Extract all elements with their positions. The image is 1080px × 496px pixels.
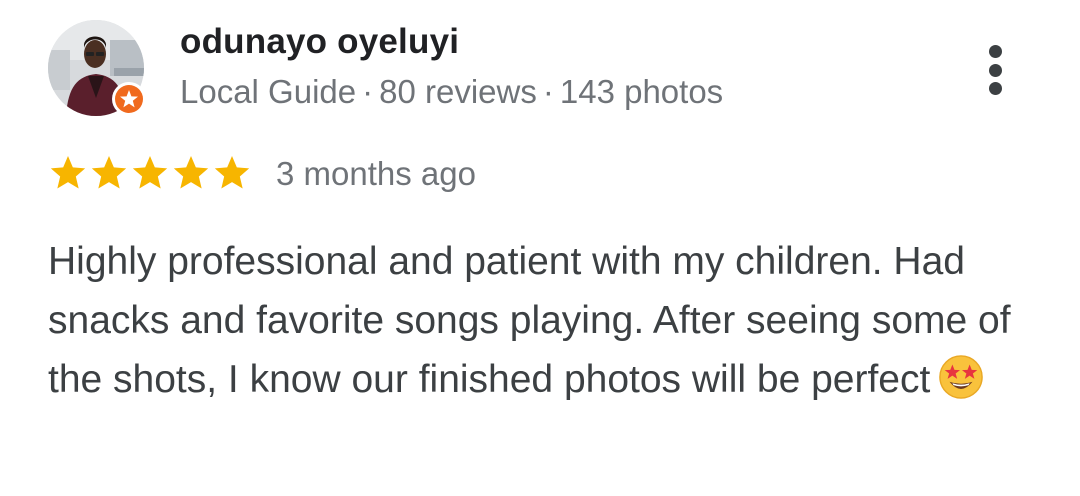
more-vertical-icon — [989, 45, 1002, 58]
star-icon — [91, 156, 127, 189]
review-time: 3 months ago — [276, 155, 476, 192]
star-icon — [214, 156, 250, 189]
more-vertical-icon — [989, 64, 1002, 77]
review-text: Highly professional and patient with my … — [48, 240, 1011, 401]
more-vertical-icon — [989, 82, 1002, 95]
reviewer-meta: Local Guide · 80 reviews · 143 photos — [180, 73, 723, 111]
reviewer-avatar-group[interactable] — [48, 20, 146, 116]
star-rating — [48, 153, 252, 193]
review-count: 80 reviews — [379, 73, 537, 110]
local-guide-label: Local Guide — [180, 73, 357, 110]
meta-separator: · — [542, 73, 554, 110]
meta-separator: · — [362, 73, 374, 110]
review-text-container: Highly professional and patient with my … — [48, 232, 1048, 409]
star-icon — [173, 156, 209, 189]
star-icon — [132, 156, 168, 189]
more-options-button[interactable] — [980, 40, 1012, 100]
local-guide-badge-icon — [112, 82, 146, 116]
reviewer-name[interactable]: odunayo oyeluyi — [180, 22, 459, 62]
star-icon — [50, 156, 86, 189]
photo-count: 143 photos — [559, 73, 724, 110]
star-struck-emoji — [939, 355, 984, 399]
